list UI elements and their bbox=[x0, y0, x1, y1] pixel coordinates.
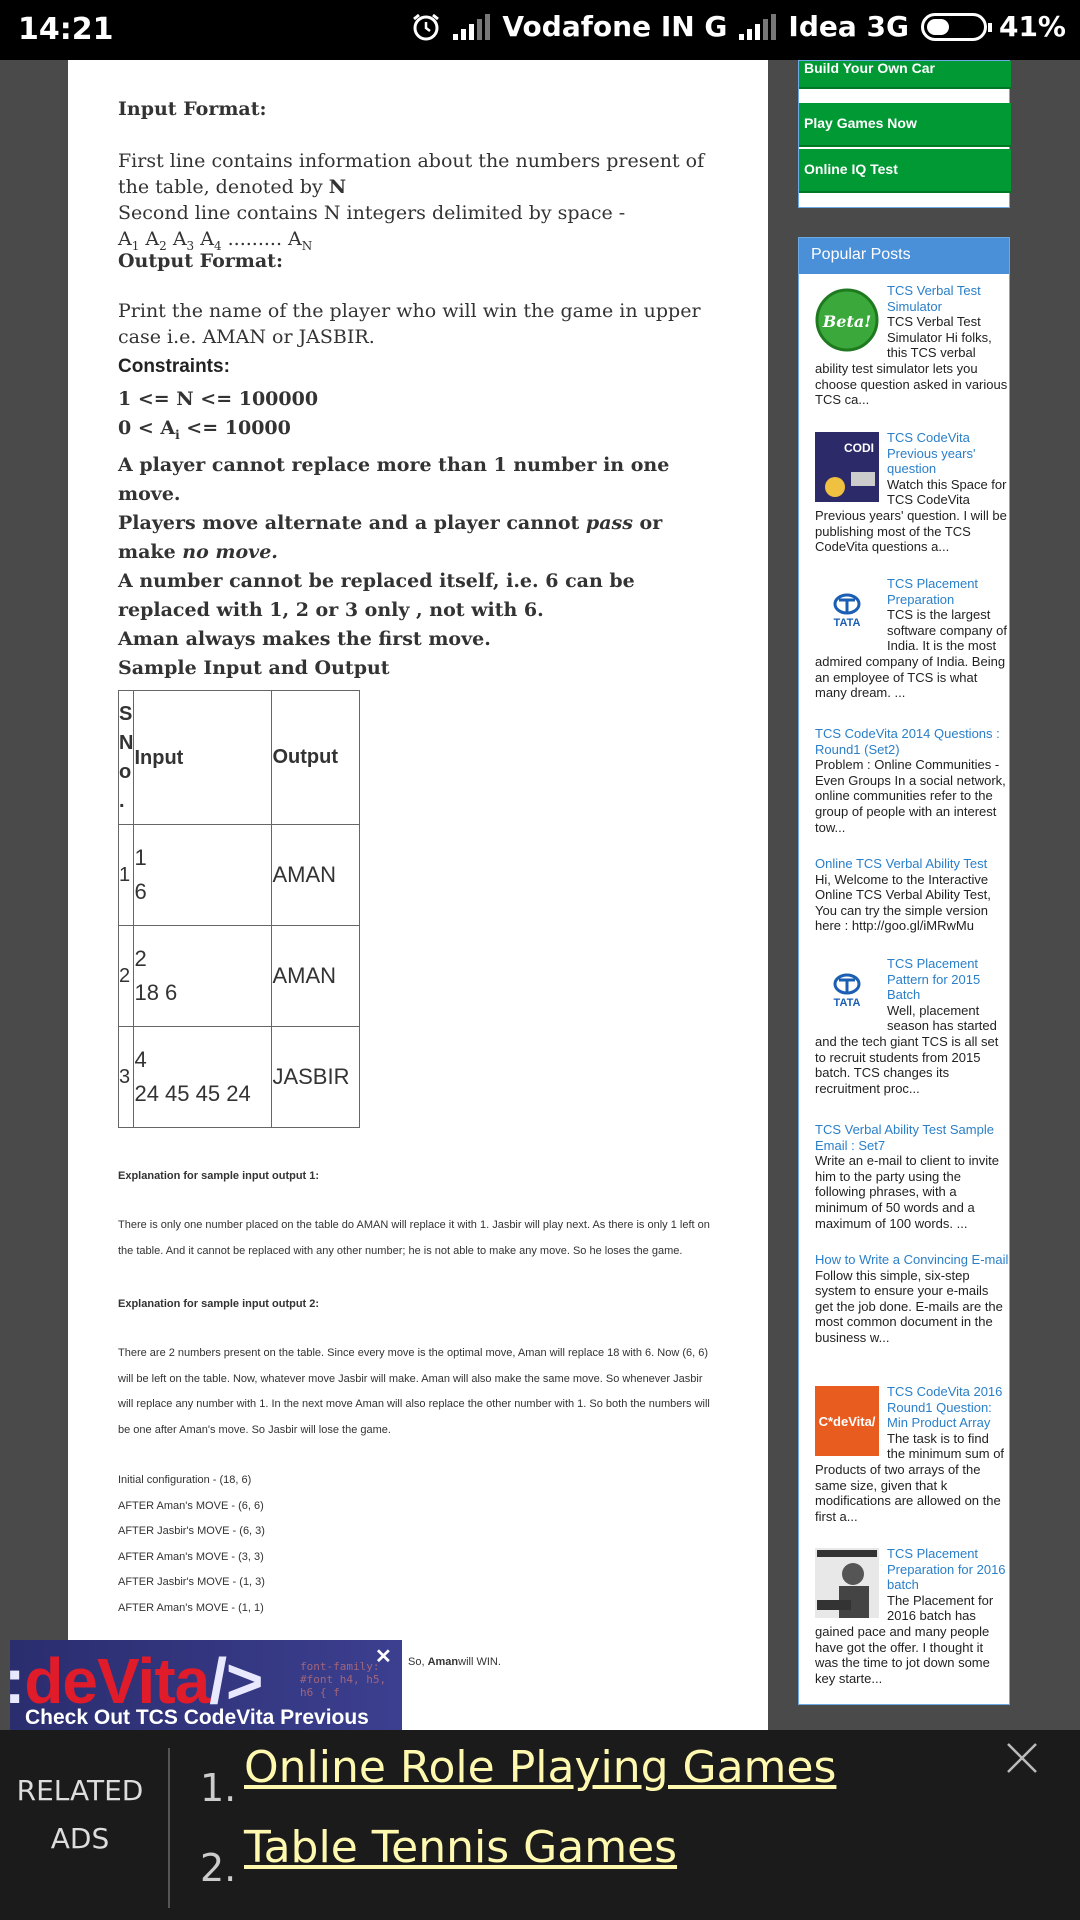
list-item[interactable]: TATA TCS Placement Pattern for 2015 Batc… bbox=[815, 956, 1009, 1096]
constraint-5: A number cannot be replaced itself, i.e.… bbox=[118, 569, 635, 621]
input-format-text: First line contains information about th… bbox=[118, 150, 705, 253]
list-item[interactable]: TCS Verbal Ability Test Sample Email : S… bbox=[815, 1122, 1009, 1231]
constraints-heading: Constraints: bbox=[118, 356, 230, 377]
constraint-1: 1 <= N <= 100000 bbox=[118, 388, 319, 410]
tata-logo-icon: TATA bbox=[815, 958, 879, 1028]
list-item[interactable]: Beta! TCS Verbal Test Simulator TCS Verb… bbox=[815, 283, 1009, 408]
list-item[interactable]: How to Write a Convincing E-mail Follow … bbox=[815, 1252, 1009, 1346]
output-format-text: Print the name of the player who will wi… bbox=[118, 300, 701, 348]
signal-icon bbox=[453, 13, 491, 40]
constraints-list: 1 <= N <= 100000 0 < Ai <= 10000 A playe… bbox=[118, 385, 718, 683]
header-sno: SNo. bbox=[117, 690, 135, 825]
list-item: AFTER Jasbir's MOVE - (1, 3) bbox=[118, 1576, 265, 1588]
list-item: AFTER Aman's MOVE - (1, 1) bbox=[118, 1601, 264, 1614]
svg-text:CODI: CODI bbox=[844, 441, 874, 455]
input-format-heading: Input Format: bbox=[118, 98, 267, 120]
alarm-icon bbox=[413, 13, 440, 40]
svg-text:TATA: TATA bbox=[834, 617, 861, 629]
codevita-thumbnail-icon: CODI bbox=[815, 432, 879, 502]
close-icon[interactable]: ✕ bbox=[375, 1644, 392, 1669]
input-sequence: A1 A2 A3 A4 ......... AN bbox=[118, 228, 313, 253]
output-format-heading: Output Format: bbox=[118, 250, 283, 272]
constraint-4: Players move alternate and a player cann… bbox=[118, 511, 663, 563]
explanation-1-heading: Explanation for sample input output 1: bbox=[118, 1170, 320, 1182]
popular-posts-heading: Popular Posts bbox=[799, 238, 1009, 274]
ad-link-online-role-playing-games[interactable]: Online Role Playing Games bbox=[244, 1742, 836, 1793]
svg-text:Beta!: Beta! bbox=[822, 312, 871, 331]
constraint-6: Aman always makes the first move. bbox=[118, 627, 491, 650]
table-row: 1 16 AMAN bbox=[117, 824, 361, 926]
list-item: Initial configuration - (18, 6) bbox=[118, 1474, 252, 1486]
explanation-2-heading: Explanation for sample input output 2: bbox=[118, 1298, 320, 1310]
list-item[interactable]: CODI TCS CodeVita Previous years' questi… bbox=[815, 430, 1009, 555]
link-online-iq-test[interactable]: Online IQ Test bbox=[799, 149, 1011, 193]
ad-number: 1. bbox=[200, 1766, 237, 1810]
related-ads-label-2: ADS bbox=[50, 1822, 110, 1855]
explanation-1-text: There is only one number placed on the t… bbox=[118, 1219, 710, 1257]
table-header-row: SNo. Input Output bbox=[117, 690, 361, 825]
popular-posts: Popular Posts Beta! TCS Verbal Test Simu… bbox=[798, 237, 1010, 1705]
video-ad-caption: Check Out TCS CodeVita Previous bbox=[25, 1706, 369, 1729]
codevita-logo-icon: C*deVita/ bbox=[815, 1386, 879, 1456]
related-ads-bar: RELATED ADS 1. Online Role Playing Games… bbox=[0, 1730, 1080, 1920]
conclusion-text: So, Amanwill WIN. bbox=[408, 1656, 501, 1668]
divider bbox=[168, 1748, 170, 1908]
header-output: Output bbox=[271, 690, 361, 825]
related-ads-label: RELATED bbox=[16, 1774, 144, 1807]
list-item[interactable]: TATA TCS Placement Preparation TCS is th… bbox=[815, 576, 1009, 701]
ad-number: 2. bbox=[200, 1846, 237, 1890]
status-bar: 14:21 Vodafone IN G Idea 3G 41% bbox=[0, 0, 1080, 60]
table-row: 3 4 24 45 45 24 JASBIR bbox=[117, 1026, 361, 1128]
header-input: Input bbox=[133, 690, 273, 825]
sponsored-links-box: Build Your Own Car Play Games Now Online… bbox=[798, 60, 1011, 208]
beta-badge-icon: Beta! bbox=[815, 285, 879, 355]
article-container: Input Format: First line contains inform… bbox=[68, 60, 768, 1730]
list-item: AFTER Jasbir's MOVE - (6, 3) bbox=[118, 1525, 265, 1537]
sample-heading: Sample Input and Output bbox=[118, 656, 390, 679]
constraint-2: 0 < Ai <= 10000 bbox=[118, 417, 291, 442]
list-item[interactable]: TCS CodeVita 2014 Questions : Round1 (Se… bbox=[815, 726, 1009, 835]
svg-text:C*deVita/: C*deVita/ bbox=[819, 1414, 876, 1429]
list-item[interactable]: Online TCS Verbal Ability Test Hi, Welco… bbox=[815, 856, 1009, 934]
video-ad[interactable]: :deVita/> font-family: #font h4, h5, h6 … bbox=[10, 1640, 402, 1730]
move-list: Initial configuration - (18, 6) AFTER Am… bbox=[118, 1468, 718, 1621]
table-row: 2 2 18 6 AMAN bbox=[117, 925, 361, 1027]
link-play-games-now[interactable]: Play Games Now bbox=[799, 103, 1011, 147]
list-item[interactable]: TCS Placement Preparation for 2016 batch… bbox=[815, 1546, 1009, 1686]
battery-percent: 41% bbox=[998, 10, 1066, 43]
link-build-your-own-car[interactable]: Build Your Own Car bbox=[799, 61, 1011, 89]
carrier-2: Idea 3G bbox=[788, 10, 909, 43]
signal-icon-2 bbox=[739, 13, 777, 40]
svg-text:TATA: TATA bbox=[834, 997, 861, 1009]
explanation-2-text: There are 2 numbers present on the table… bbox=[118, 1347, 710, 1436]
carrier-1: Vodafone IN G bbox=[502, 10, 728, 43]
list-item: AFTER Aman's MOVE - (6, 6) bbox=[118, 1499, 264, 1512]
constraint-3: A player cannot replace more than 1 numb… bbox=[118, 453, 670, 505]
close-icon[interactable] bbox=[1006, 1742, 1038, 1774]
tata-logo-icon: TATA bbox=[815, 578, 879, 648]
ad-link-table-tennis-games[interactable]: Table Tennis Games bbox=[244, 1822, 677, 1873]
sample-table: SNo. Input Output 1 16 AMAN 2 2 18 6 AMAN… bbox=[117, 690, 361, 1128]
clock: 14:21 bbox=[18, 12, 114, 47]
list-item: AFTER Aman's MOVE - (3, 3) bbox=[118, 1550, 264, 1563]
battery-icon bbox=[920, 12, 992, 41]
person-photo-icon bbox=[815, 1548, 879, 1618]
list-item[interactable]: C*deVita/ TCS CodeVita 2016 Round1 Quest… bbox=[815, 1384, 1009, 1524]
